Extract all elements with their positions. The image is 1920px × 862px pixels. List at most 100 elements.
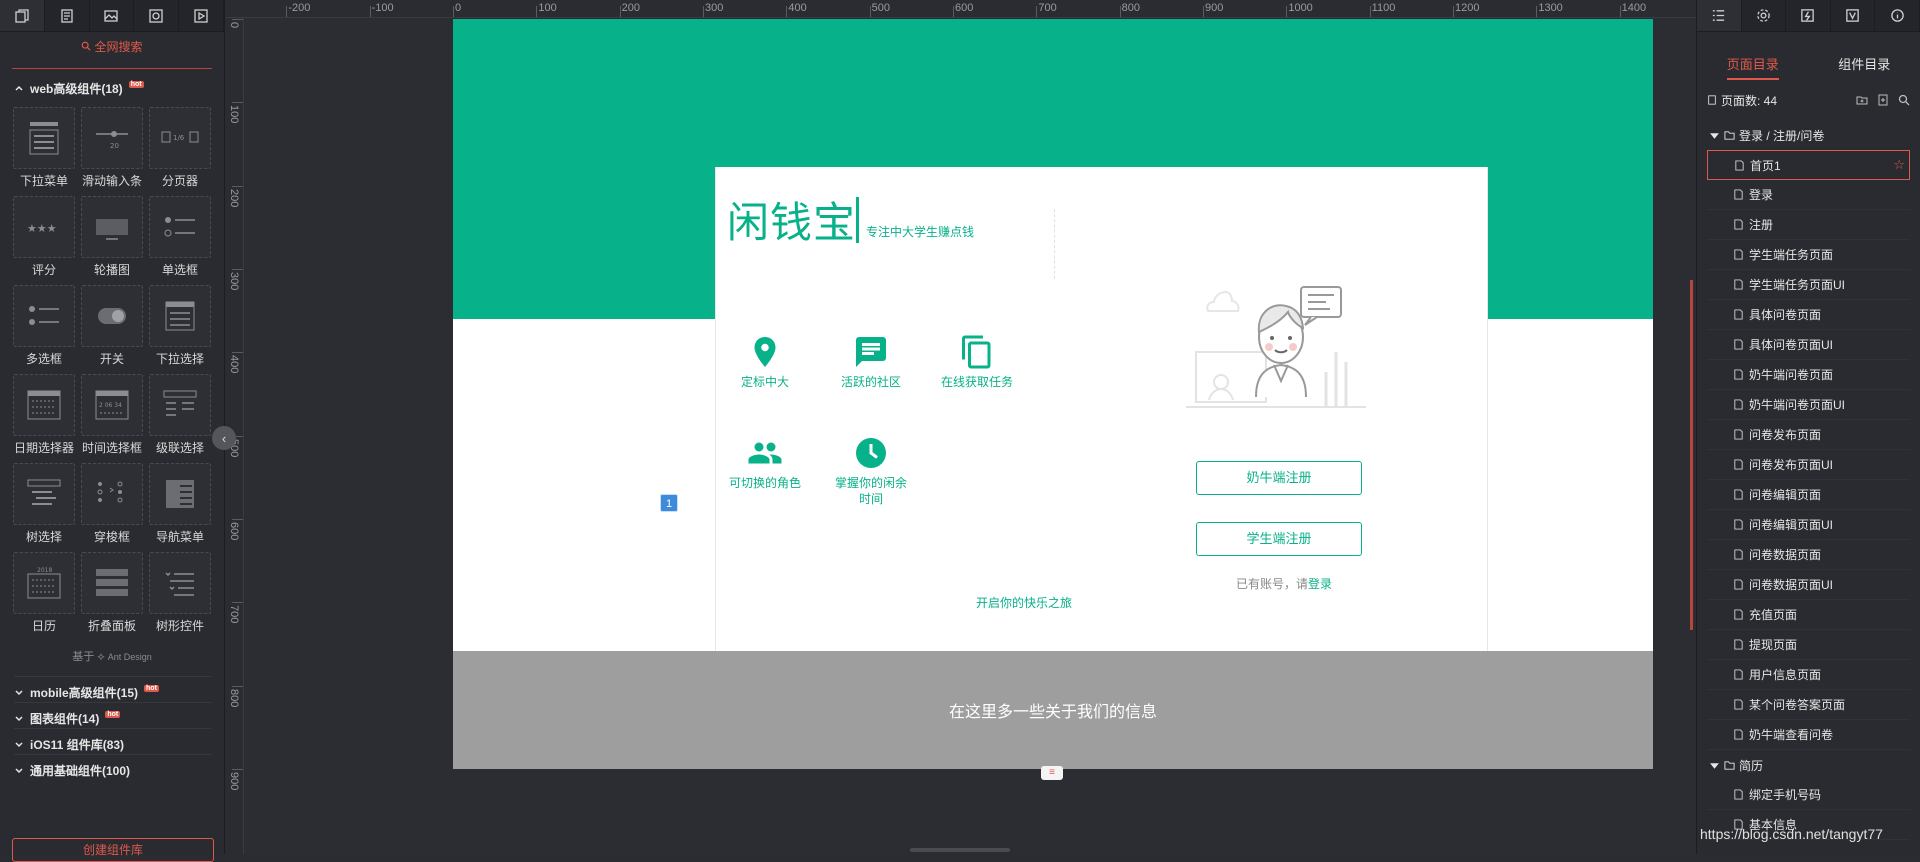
component-collapse[interactable]: 折叠面板 — [80, 552, 144, 634]
component-select[interactable]: 下拉选择 — [148, 285, 212, 367]
page-item[interactable]: 充值页面 — [1707, 600, 1910, 630]
component-tree[interactable]: 树形控件 — [148, 552, 212, 634]
variables-tab-icon[interactable] — [1831, 0, 1876, 31]
nav-menu-icon — [160, 474, 200, 514]
add-folder-icon[interactable] — [1856, 94, 1868, 106]
register-student-button[interactable]: 学生端注册 — [1196, 522, 1362, 556]
page-item[interactable]: 奶牛端问卷页面 — [1707, 360, 1910, 390]
page-label: 具体问卷页面 — [1749, 306, 1821, 323]
page-item[interactable]: 问卷数据页面UI — [1707, 570, 1910, 600]
component-pagination[interactable]: 1/6 分页器 — [148, 107, 212, 189]
page-item[interactable]: 注册 — [1707, 210, 1910, 240]
component-slider[interactable]: 20 滑动输入条 — [80, 107, 144, 189]
ios11-group-header[interactable]: iOS11 组件库(83) — [14, 728, 212, 750]
ruler-tick — [1203, 6, 1204, 18]
page-item[interactable]: 学生端任务页面UI — [1707, 270, 1910, 300]
masters-tab-icon[interactable] — [134, 0, 179, 31]
tab-page-directory[interactable]: 页面目录 — [1697, 54, 1809, 84]
component-switch[interactable]: 开关 — [80, 285, 144, 367]
web-advanced-group-header[interactable]: web高级组件(18) hot — [14, 77, 212, 99]
component-nav-menu[interactable]: 导航菜单 — [148, 463, 212, 545]
component-transfer[interactable]: 穿梭框 — [80, 463, 144, 545]
component-label: 评分 — [32, 261, 56, 278]
page-item[interactable]: 具体问卷页面 — [1707, 300, 1910, 330]
component-label: 下拉选择 — [156, 350, 204, 367]
feature-roles: 可切换的角色 — [725, 433, 805, 491]
add-page-icon[interactable] — [1877, 94, 1889, 106]
component-label: 级联选择 — [156, 439, 204, 456]
page-icon — [1733, 249, 1744, 260]
images-tab-icon[interactable] — [90, 0, 135, 31]
component-date-picker[interactable]: 日期选择器 — [12, 374, 76, 456]
ruler-tick — [370, 6, 371, 18]
vertical-scrollbar[interactable] — [1690, 280, 1693, 630]
info-tab-icon[interactable] — [1875, 0, 1920, 31]
page-item[interactable]: 某个问卷答案页面 — [1707, 690, 1910, 720]
page-label: 绑定手机号码 — [1749, 786, 1821, 803]
create-library-button[interactable]: 创建组件库 — [12, 838, 214, 862]
ruler-tick-label: 800 — [228, 689, 240, 707]
folder-item[interactable]: 简历 — [1697, 750, 1920, 780]
page-number-badge[interactable]: 1 — [660, 494, 678, 512]
mobile-group-header[interactable]: mobile高级组件(15) hot — [14, 676, 212, 698]
page-item[interactable]: 登录 — [1707, 180, 1910, 210]
ruler-tick-label: 200 — [228, 189, 240, 207]
feature-tasks: 在线获取任务 — [937, 332, 1017, 390]
collapse-left-panel-button[interactable]: ‹ — [212, 426, 236, 450]
component-dropdown-menu[interactable]: 下拉菜单 — [12, 107, 76, 189]
cascader-icon — [160, 385, 200, 425]
page-item[interactable]: 提现页面 — [1707, 630, 1910, 660]
page-item[interactable]: 奶牛端问卷页面UI — [1707, 390, 1910, 420]
component-carousel[interactable]: 轮播图 — [80, 196, 144, 278]
page-icon — [1734, 160, 1745, 171]
canvas-menu-handle[interactable]: ≡ — [1041, 766, 1063, 780]
page-item[interactable]: 问卷数据页面 — [1707, 540, 1910, 570]
folder-item[interactable]: 登录 / 注册/问卷 — [1697, 120, 1920, 150]
page-item[interactable]: 具体问卷页面UI — [1707, 330, 1910, 360]
ruler-tick — [786, 6, 787, 18]
page-label: 注册 — [1749, 216, 1773, 233]
login-hint-text: 已有账号，请 — [1236, 577, 1308, 591]
component-time-picker[interactable]: 2 06 34 时间选择框 — [80, 374, 144, 456]
search-icon[interactable] — [1898, 94, 1910, 106]
ruler-tick — [1036, 6, 1037, 18]
page-icon — [1733, 579, 1744, 590]
interaction-tab-icon[interactable] — [1786, 0, 1831, 31]
component-rating[interactable]: ★★★ 评分 — [12, 196, 76, 278]
page-item[interactable]: 首页1☆ — [1707, 150, 1910, 180]
settings-tab-icon[interactable] — [1742, 0, 1787, 31]
page-item[interactable]: 绑定手机号码 — [1707, 780, 1910, 810]
star-icon[interactable]: ☆ — [1893, 157, 1905, 173]
chart-group-header[interactable]: 图表组件(14) hot — [14, 702, 212, 724]
login-link[interactable]: 登录 — [1308, 577, 1332, 591]
component-cascader[interactable]: 级联选择 — [148, 374, 212, 456]
footer-text: 在这里多一些关于我们的信息 — [949, 698, 1157, 722]
page-item[interactable]: 用户信息页面 — [1707, 660, 1910, 690]
component-calendar[interactable]: 2018 日历 — [12, 552, 76, 634]
page-item[interactable]: 奶牛端查看问卷 — [1707, 720, 1910, 750]
based-on-prefix: 基于 — [72, 651, 94, 663]
page-item[interactable]: 问卷编辑页面 — [1707, 480, 1910, 510]
horizontal-scrollbar[interactable] — [910, 848, 1010, 852]
url-watermark: https://blog.csdn.net/tangyt77 — [1700, 826, 1883, 842]
page-item[interactable]: 问卷编辑页面UI — [1707, 510, 1910, 540]
component-radio[interactable]: 单选框 — [148, 196, 212, 278]
page-item[interactable]: 问卷发布页面UI — [1707, 450, 1910, 480]
tab-component-directory[interactable]: 组件目录 — [1809, 54, 1920, 84]
outline-tab-icon[interactable] — [1697, 0, 1742, 31]
global-search-link[interactable]: 全网搜索 — [12, 46, 212, 69]
page-item[interactable]: 学生端任务页面 — [1707, 240, 1910, 270]
ruler-tick-label: 500 — [872, 2, 890, 14]
page-icon — [1733, 309, 1744, 320]
interactions-tab-icon[interactable] — [179, 0, 224, 31]
select-icon — [160, 296, 200, 336]
register-milk-button[interactable]: 奶牛端注册 — [1196, 461, 1362, 495]
page-item[interactable]: 问卷发布页面 — [1707, 420, 1910, 450]
component-tree-select[interactable]: 树选择 — [12, 463, 76, 545]
page-icon — [1733, 639, 1744, 650]
component-checkbox[interactable]: 多选框 — [12, 285, 76, 367]
pages-tab-icon[interactable] — [0, 0, 45, 31]
components-tab-icon[interactable] — [45, 0, 90, 31]
basic-group-header[interactable]: 通用基础组件(100) — [14, 754, 212, 776]
artboard-page[interactable]: 闲钱宝 专注中大学生赚点钱 定标中大 活跃的社区 在线获取任务 可切换的角色 掌… — [453, 19, 1653, 769]
